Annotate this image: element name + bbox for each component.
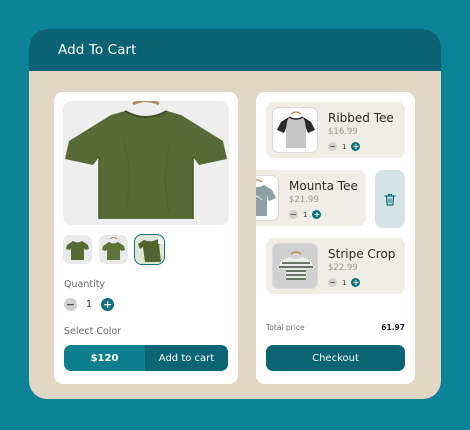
thumbnail-1[interactable] — [63, 235, 92, 264]
cart-item-qty: 1 — [342, 142, 347, 151]
product-price: $120 — [64, 345, 145, 371]
quantity-stepper: − 1 + — [64, 298, 115, 311]
stripe-crop-image — [272, 243, 318, 289]
cart-item-quantity-stepper: − 1 + — [289, 210, 322, 219]
increase-quantity-button[interactable]: + — [312, 210, 322, 219]
cart-item-price: $22.99 — [328, 263, 358, 273]
increase-quantity-button[interactable]: + — [351, 142, 361, 151]
thumbnail-2[interactable] — [99, 235, 128, 264]
decrease-quantity-button[interactable]: − — [289, 210, 298, 219]
cart-item-name: Mounta Tee — [289, 179, 358, 193]
add-to-cart-window: Add To Cart Quantity − 1 + Select Color … — [29, 29, 441, 399]
trash-icon — [384, 193, 396, 206]
select-color-label: Select Color — [64, 326, 122, 337]
window-header: Add To Cart — [29, 29, 441, 71]
cart-item-swiped[interactable]: Mounta Tee $21.99 − 1 + — [256, 170, 366, 226]
mounta-tee-image — [256, 175, 279, 221]
add-to-cart-button[interactable]: Add to cart — [145, 345, 228, 371]
cart-card: Ribbed Tee $16.99 − 1 + Mounta Tee $21.9… — [256, 92, 415, 384]
delete-item-button[interactable] — [375, 170, 405, 228]
thumbnail-3[interactable] — [134, 234, 165, 265]
checkout-button[interactable]: Checkout — [266, 345, 405, 371]
cart-item[interactable]: Stripe Crop $22.99 − 1 + — [266, 238, 405, 294]
total-value: 61.97 — [381, 323, 405, 332]
decrease-quantity-button[interactable]: − — [328, 142, 337, 151]
total-label: Total price — [266, 323, 305, 332]
thumbnail-strip — [63, 234, 165, 265]
cart-item-price: $21.99 — [289, 195, 319, 205]
quantity-value: 1 — [86, 299, 93, 310]
product-main-image — [63, 101, 229, 225]
buy-bar: $120 Add to cart — [64, 345, 228, 371]
cart-item-name: Stripe Crop — [328, 247, 396, 261]
increase-quantity-button[interactable]: + — [101, 298, 115, 311]
cart-item[interactable]: Ribbed Tee $16.99 − 1 + — [266, 102, 405, 158]
ribbed-tee-image — [272, 107, 318, 153]
product-card: Quantity − 1 + Select Color $120 Add to … — [54, 92, 238, 384]
total-row: Total price 61.97 — [266, 323, 405, 332]
increase-quantity-button[interactable]: + — [351, 278, 361, 287]
quantity-label: Quantity — [64, 279, 106, 290]
cart-item-name: Ribbed Tee — [328, 111, 394, 125]
decrease-quantity-button[interactable]: − — [64, 298, 77, 311]
cart-item-quantity-stepper: − 1 + — [328, 278, 361, 287]
decrease-quantity-button[interactable]: − — [328, 278, 337, 287]
window-title: Add To Cart — [58, 42, 137, 58]
cart-item-price: $16.99 — [328, 127, 358, 137]
cart-item-qty: 1 — [342, 278, 347, 287]
cart-item-qty: 1 — [303, 210, 308, 219]
cart-item-quantity-stepper: − 1 + — [328, 142, 361, 151]
